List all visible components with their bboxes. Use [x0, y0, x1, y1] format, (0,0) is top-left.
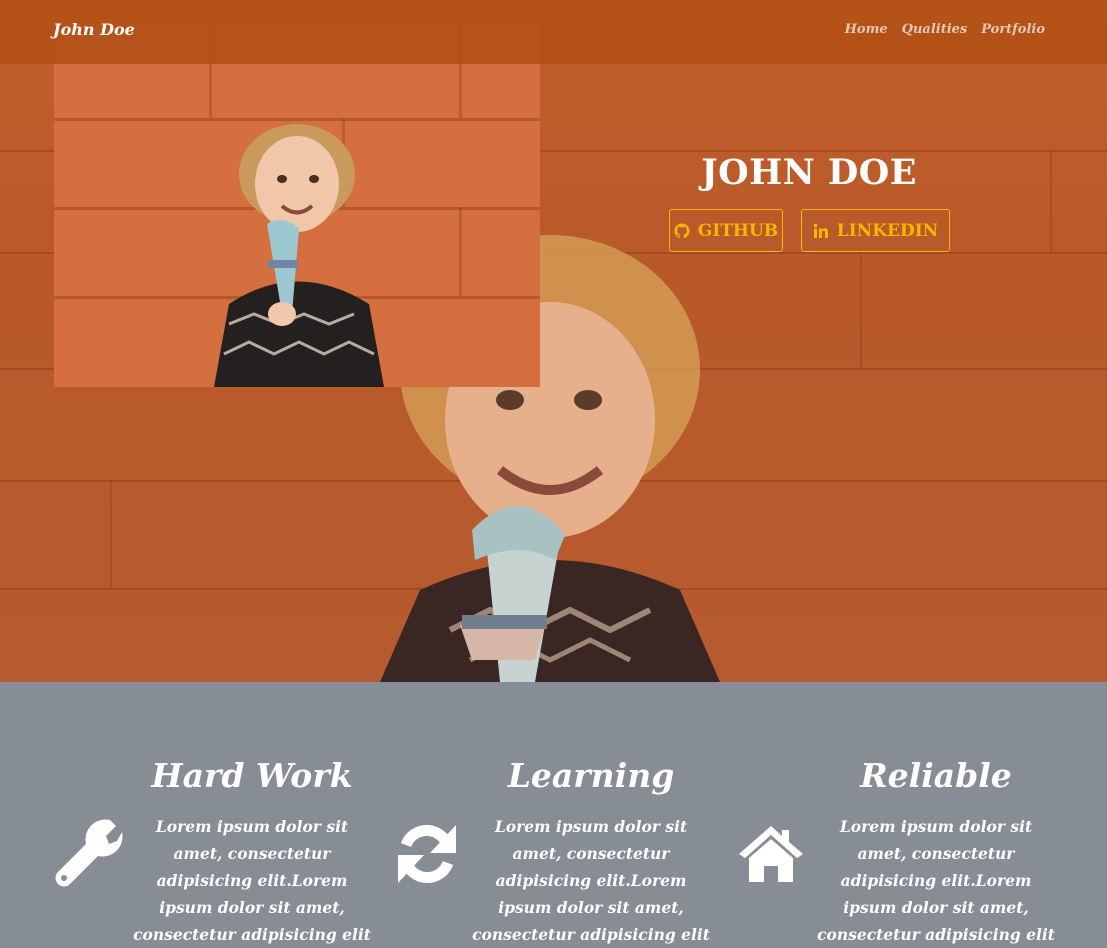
- nav-link-portfolio[interactable]: Portfolio: [981, 22, 1045, 37]
- brick-joint: [1050, 150, 1052, 252]
- nav-link-qualities[interactable]: Qualities: [902, 22, 968, 37]
- github-button[interactable]: GITHUB: [669, 209, 783, 252]
- hero-title: JOHN DOE: [701, 152, 917, 193]
- child-illustration: [214, 124, 384, 387]
- github-icon: [674, 222, 690, 238]
- quality-text: Lorem ipsum dolor sit amet, consectetur …: [817, 817, 1055, 944]
- quality-title: Hard Work: [151, 756, 353, 795]
- refresh-icon: [398, 824, 456, 884]
- navbar: John Doe Home Qualities Portfolio: [0, 0, 1107, 64]
- quality-title: Reliable: [860, 756, 1012, 795]
- home-icon: [739, 826, 803, 882]
- brick-joint: [860, 252, 862, 368]
- quality-text: Lorem ipsum dolor sit amet, consectetur …: [472, 817, 710, 944]
- profile-photo: [54, 24, 540, 387]
- brick-joint: [110, 480, 112, 588]
- quality-title: Learning: [507, 756, 675, 795]
- quality-hard-work: Hard Work Lorem ipsum dolor sit amet, co…: [0, 682, 380, 945]
- hero-section: John Doe Home Qualities Portfolio JOHN D…: [0, 0, 1107, 682]
- github-button-label: GITHUB: [697, 220, 779, 241]
- linkedin-button[interactable]: LINKEDIN: [801, 209, 950, 252]
- quality-text: Lorem ipsum dolor sit amet, consectetur …: [133, 817, 371, 944]
- nav-links: Home Qualities Portfolio: [845, 22, 1045, 37]
- nav-link-home[interactable]: Home: [845, 22, 888, 37]
- linkedin-icon: [813, 223, 828, 238]
- linkedin-button-label: LINKEDIN: [836, 220, 939, 241]
- qualities-section: Hard Work Lorem ipsum dolor sit amet, co…: [0, 682, 1107, 945]
- quality-reliable: Reliable Lorem ipsum dolor sit amet, con…: [725, 682, 1107, 945]
- quality-learning: Learning Lorem ipsum dolor sit amet, con…: [380, 682, 725, 945]
- wrench-icon: [55, 819, 123, 887]
- brand-link[interactable]: John Doe: [53, 20, 135, 39]
